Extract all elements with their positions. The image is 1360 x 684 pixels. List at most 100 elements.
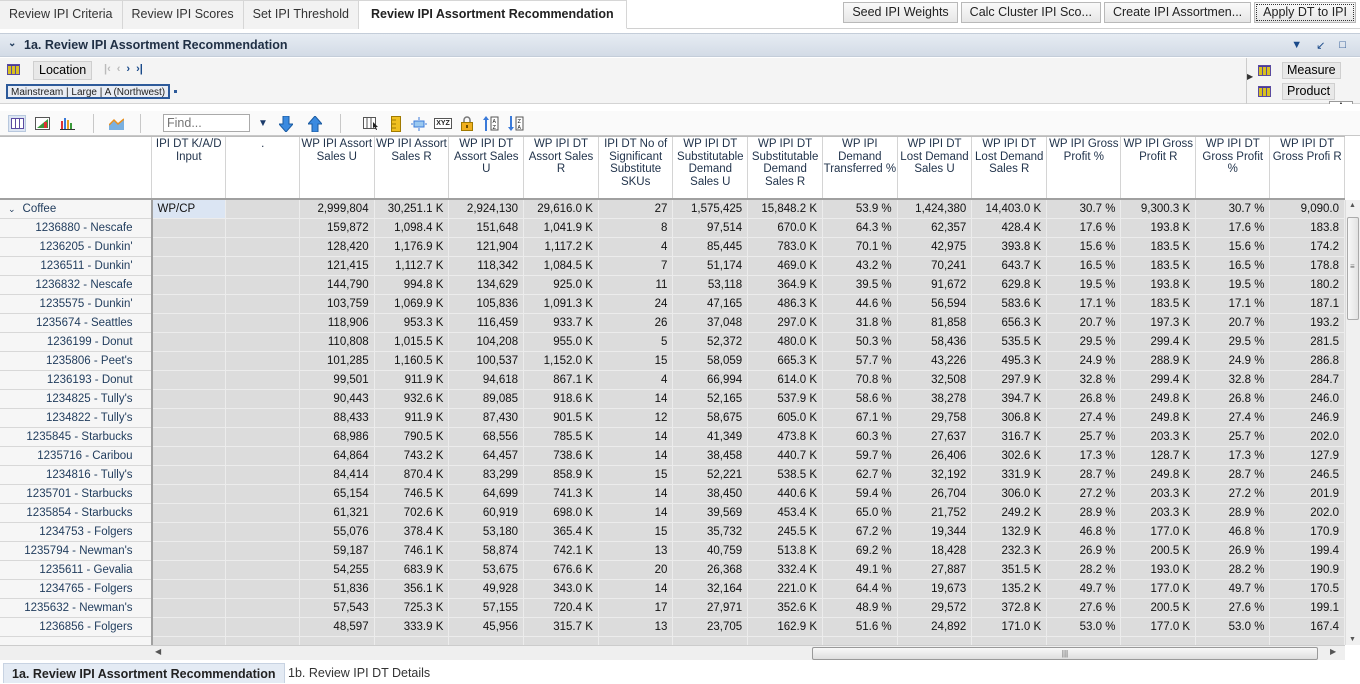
table-view-icon[interactable] <box>8 115 26 132</box>
find-input[interactable] <box>163 114 250 132</box>
column-header[interactable]: WP IPI DT Assort Sales U <box>448 137 525 200</box>
chevron-down-icon[interactable]: ⌄ <box>8 38 16 49</box>
next-page-icon[interactable]: › <box>126 63 130 75</box>
scroll-right-icon[interactable]: ▶ <box>1330 647 1336 656</box>
row-header-group[interactable]: ⌄ Coffee <box>0 199 153 219</box>
row-header[interactable]: 1235845 - Starbucks <box>0 427 153 447</box>
sort-descending-icon[interactable]: ZA <box>507 115 525 132</box>
column-header[interactable]: IPI DT No of Significant Substitute SKUs <box>598 137 674 200</box>
row-header[interactable]: 1235794 - Newman's <box>0 541 153 561</box>
kad-input-cell[interactable] <box>151 484 227 504</box>
kad-input-cell[interactable] <box>151 275 227 295</box>
chevron-down-icon[interactable]: ⌄ <box>8 204 16 214</box>
row-header[interactable]: 1236199 - Donut <box>0 332 153 352</box>
kad-input-cell[interactable] <box>151 598 227 618</box>
first-page-icon[interactable]: |‹ <box>104 63 111 75</box>
column-header[interactable]: . <box>225 137 300 200</box>
lock-icon[interactable] <box>458 115 476 132</box>
area-chart-icon[interactable] <box>107 115 125 132</box>
kad-input-cell[interactable] <box>151 351 227 371</box>
column-header[interactable]: WP IPI DT Lost Demand Sales U <box>897 137 973 200</box>
kad-input-cell[interactable] <box>151 446 227 466</box>
vertical-scrollbar[interactable]: ▲ ≡ ▼ <box>1345 200 1360 645</box>
restore-icon[interactable]: □ <box>1339 39 1346 52</box>
row-header[interactable]: 1234822 - Tully's <box>0 408 153 428</box>
kad-input-cell[interactable] <box>151 408 227 428</box>
kad-input-cell[interactable] <box>151 218 227 238</box>
horizontal-scroll-thumb[interactable]: ||| <box>812 647 1318 660</box>
row-header[interactable]: 1235575 - Dunkin' <box>0 294 153 314</box>
kad-input-cell[interactable] <box>151 313 227 333</box>
row-header[interactable]: 1234765 - Folgers <box>0 579 153 599</box>
column-header[interactable]: WP IPI Gross Profit R <box>1120 137 1197 200</box>
scroll-left-icon[interactable]: ◀ <box>155 647 161 656</box>
column-header[interactable]: WP IPI DT Substitutable Demand Sales R <box>747 137 824 200</box>
kad-input-cell[interactable] <box>151 294 227 314</box>
tab-review-ipi-criteria[interactable]: Review IPI Criteria <box>0 0 123 29</box>
tab-1a-review-ipi-assortment-recommendation[interactable]: 1a. Review IPI Assortment Recommendation <box>3 663 285 683</box>
kad-input-cell[interactable] <box>151 256 227 276</box>
row-header[interactable]: 1235854 - Starbucks <box>0 503 153 523</box>
kad-input-cell[interactable] <box>151 237 227 257</box>
bar-chart-icon[interactable] <box>58 115 76 132</box>
kad-input-cell[interactable] <box>151 617 227 637</box>
row-header[interactable]: 1234825 - Tully's <box>0 389 153 409</box>
column-header[interactable]: WP IPI DT Lost Demand Sales R <box>971 137 1048 200</box>
row-header[interactable]: 1235716 - Caribou <box>0 446 153 466</box>
grid-icon[interactable] <box>7 64 20 75</box>
kad-input-cell[interactable] <box>151 370 227 390</box>
column-header[interactable]: IPI DT K/A/D Input <box>151 137 227 200</box>
row-header[interactable]: 1235611 - Gevalia <box>0 560 153 580</box>
column-header[interactable]: WP IPI DT Substitutable Demand Sales U <box>672 137 749 200</box>
column-header[interactable]: WP IPI DT Gross Profit % <box>1195 137 1271 200</box>
kad-input-cell[interactable] <box>151 465 227 485</box>
calc-cluster-ipi-scores-button[interactable]: Calc Cluster IPI Sco... <box>960 2 1101 23</box>
kad-input-cell[interactable]: WP/CP <box>151 199 227 219</box>
kad-input-cell[interactable] <box>151 332 227 352</box>
location-dimension-button[interactable]: Location <box>33 61 93 80</box>
product-dimension-button[interactable]: Product <box>1282 83 1336 100</box>
row-header[interactable]: 1236832 - Nescafe <box>0 275 153 295</box>
scroll-up-icon[interactable]: ▲ <box>1349 202 1356 209</box>
location-selector-handle[interactable] <box>174 90 177 93</box>
kad-input-cell[interactable] <box>151 389 227 409</box>
column-header[interactable]: WP IPI DT Assort Sales R <box>523 137 599 200</box>
highlight-icon[interactable] <box>410 115 428 132</box>
sort-ascending-icon[interactable]: AZ <box>482 115 500 132</box>
seed-ipi-weights-button[interactable]: Seed IPI Weights <box>843 2 958 23</box>
minimize-icon[interactable]: ↙ <box>1316 39 1325 52</box>
find-down-icon[interactable] <box>277 115 295 132</box>
row-header[interactable]: 1236880 - Nescafe <box>0 218 153 238</box>
select-columns-icon[interactable] <box>362 115 380 132</box>
column-header[interactable]: WP IPI Assort Sales R <box>374 137 450 200</box>
row-header[interactable]: 1236205 - Dunkin' <box>0 237 153 257</box>
row-header[interactable]: 1235674 - Seattles <box>0 313 153 333</box>
row-header[interactable]: 1234753 - Folgers <box>0 522 153 542</box>
vertical-scroll-thumb[interactable]: ≡ <box>1347 217 1359 320</box>
tab-review-ipi-scores[interactable]: Review IPI Scores <box>122 0 244 29</box>
ruler-icon[interactable] <box>387 115 405 132</box>
row-header[interactable]: 1236856 - Folgers <box>0 617 153 637</box>
location-selector[interactable]: Mainstream | Large | A (Northwest) <box>6 84 171 99</box>
column-header[interactable]: WP IPI Gross Profit % <box>1046 137 1122 200</box>
horizontal-scrollbar[interactable]: ◀ ||| ▶ <box>0 645 1345 660</box>
kad-input-cell[interactable] <box>151 541 227 561</box>
row-header[interactable]: 1235701 - Starbucks <box>0 484 153 504</box>
measure-dimension-button[interactable]: Measure <box>1282 62 1341 79</box>
tab-set-ipi-threshold[interactable]: Set IPI Threshold <box>243 0 359 29</box>
row-header[interactable]: 1234816 - Tully's <box>0 465 153 485</box>
column-header[interactable]: WP IPI Assort Sales U <box>299 137 375 200</box>
tab-1b-review-ipi-dt-details[interactable]: 1b. Review IPI DT Details <box>280 663 438 683</box>
row-header[interactable]: 1235632 - Newman's <box>0 598 153 618</box>
row-header[interactable]: 1235806 - Peet's <box>0 351 153 371</box>
row-header[interactable]: 1236511 - Dunkin' <box>0 256 153 276</box>
apply-dt-to-ipi-button[interactable]: Apply DT to IPI <box>1254 2 1356 23</box>
kad-input-cell[interactable] <box>151 560 227 580</box>
scroll-down-icon[interactable]: ▼ <box>1349 636 1356 643</box>
row-header[interactable]: 1236193 - Donut <box>0 370 153 390</box>
find-up-icon[interactable] <box>306 115 324 132</box>
prev-page-icon[interactable]: ‹ <box>117 63 121 75</box>
column-header[interactable]: WP IPI Demand Transferred % <box>822 137 898 200</box>
find-options-dropdown-icon[interactable]: ▼ <box>254 115 272 132</box>
column-header[interactable]: WP IPI DT Gross Profi R <box>1269 137 1345 200</box>
